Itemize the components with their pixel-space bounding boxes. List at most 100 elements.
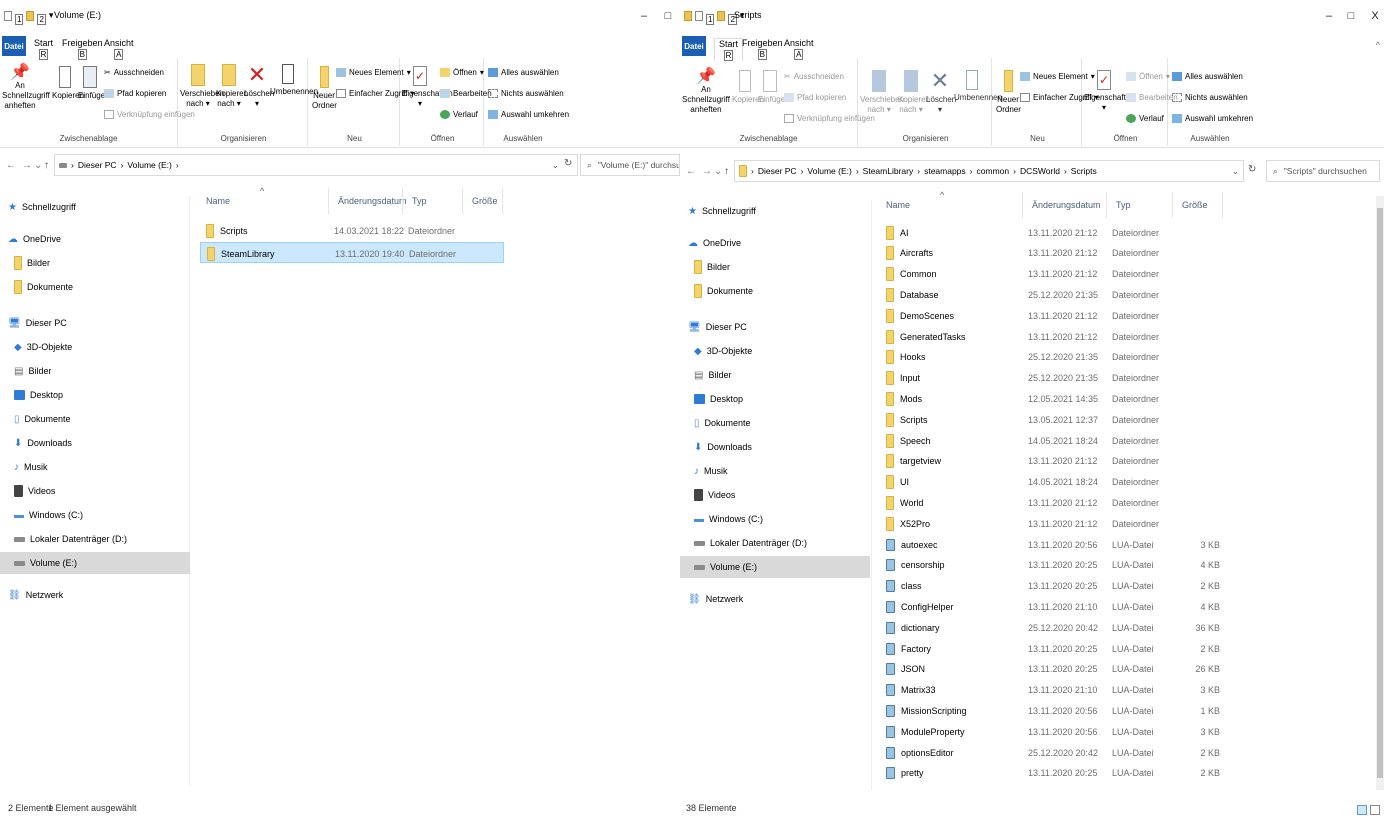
pin-quick-access-button[interactable]: 📌 An Schnellzugriff anheften	[682, 69, 730, 115]
size-column-header[interactable]: Größe	[1182, 200, 1208, 210]
table-row[interactable]: Scripts 13.05.2021 12:37 Dateiordner	[880, 409, 1226, 430]
table-row[interactable]: Input 25.12.2020 21:35 Dateiordner	[880, 368, 1226, 389]
open-button[interactable]: Öffnen ▾	[1126, 72, 1170, 81]
column-divider[interactable]	[328, 188, 329, 214]
table-row[interactable]: Hooks 25.12.2020 21:35 Dateiordner	[880, 347, 1226, 368]
table-row[interactable]: targetview 13.11.2020 21:12 Dateiordner	[880, 451, 1226, 472]
properties-icon[interactable]	[695, 10, 703, 21]
sidebar-item[interactable]: ⬇ Downloads	[680, 436, 870, 458]
sidebar-item[interactable]: Lokaler Datenträger (D:)	[680, 532, 870, 554]
address-bar[interactable]: › Dieser PC › Volume (E:) › ⌄	[54, 154, 578, 176]
table-row[interactable]: ModuleProperty 13.11.2020 20:56 LUA-Datei 3…	[880, 721, 1226, 742]
new-item-button[interactable]: Neues Element ▾	[336, 68, 411, 77]
sidebar-item[interactable]: Dokumente	[0, 276, 190, 298]
maximize-button[interactable]: □	[661, 10, 675, 22]
move-to-button[interactable]: Verschieben nach ▾	[180, 64, 224, 109]
copy-to-button[interactable]: Kopieren nach ▾	[898, 70, 930, 115]
sidebar-item[interactable]: ▬ Windows (C:)	[680, 508, 870, 530]
new-folder-button[interactable]: Neuer Ordner	[312, 66, 337, 111]
table-row[interactable]: Aircrafts 13.11.2020 21:12 Dateiordner	[880, 243, 1226, 264]
sidebar-item[interactable]: ◆ 3D-Objekte	[680, 340, 870, 362]
properties-icon[interactable]	[4, 10, 12, 21]
edit-button[interactable]: Bearbeiten	[440, 89, 492, 98]
column-divider[interactable]	[1106, 192, 1107, 218]
search-input[interactable]: ⌕ "Volume (E:)" durchsuchen	[580, 154, 680, 176]
breadcrumb-item[interactable]: Dieser PC	[78, 160, 117, 170]
back-arrow-icon[interactable]: ←	[6, 160, 16, 171]
table-row[interactable]: SteamLibrary 13.11.2020 19:40 Dateiordner	[200, 242, 504, 263]
sidebar-item[interactable]: Volume (E:)	[0, 552, 190, 574]
table-row[interactable]: UI 14.05.2021 18:24 Dateiordner	[880, 472, 1226, 493]
sidebar-item[interactable]: ▯ Dokumente	[680, 412, 870, 434]
table-row[interactable]: Scripts 14.03.2021 18:22 Dateiordner	[200, 220, 504, 241]
sidebar-item[interactable]: Desktop	[0, 384, 190, 406]
name-column-header[interactable]: Name	[886, 200, 910, 210]
paste-button[interactable]: Einfügen	[758, 70, 790, 105]
table-row[interactable]: class 13.11.2020 20:25 LUA-Datei 2 KB	[880, 576, 1226, 597]
properties-button[interactable]: ✓ Eigenschaften ▾	[402, 66, 453, 109]
table-row[interactable]: censorship 13.11.2020 20:25 LUA-Datei 4 KB	[880, 555, 1226, 576]
size-column-header[interactable]: Größe	[472, 196, 498, 206]
table-row[interactable]: ConfigHelper 13.11.2020 21:10 LUA-Datei 4 K…	[880, 596, 1226, 617]
select-none-button[interactable]: Nichts auswählen	[488, 89, 564, 98]
recent-locations-icon[interactable]: ⌄	[34, 160, 42, 171]
column-divider[interactable]	[1022, 192, 1023, 218]
file-tab[interactable]: Datei	[682, 36, 706, 56]
table-row[interactable]: pretty 13.11.2020 20:25 LUA-Datei 2 KB	[880, 763, 1226, 784]
copy-path-button[interactable]: Pfad kopieren	[104, 89, 166, 98]
sidebar-item[interactable]: Dokumente	[680, 280, 870, 302]
breadcrumb-item[interactable]: Volume (E:)	[127, 160, 171, 170]
table-row[interactable]: Matrix33 13.11.2020 21:10 LUA-Datei 3 KB	[880, 680, 1226, 701]
history-button[interactable]: Verlauf	[1126, 114, 1164, 123]
large-icons-view-icon[interactable]	[1370, 805, 1380, 815]
column-divider[interactable]	[502, 188, 503, 214]
table-row[interactable]: Factory 13.11.2020 20:25 LUA-Datei 2 KB	[880, 638, 1226, 659]
refresh-icon[interactable]: ↻	[564, 158, 572, 169]
breadcrumb-item[interactable]: Volume (E:)	[807, 166, 851, 176]
chevron-down-icon[interactable]: ⌄	[1232, 166, 1239, 177]
copy-button[interactable]: Kopieren	[52, 66, 84, 101]
table-row[interactable]: optionsEditor 25.12.2020 20:42 LUA-Datei 2 …	[880, 742, 1226, 763]
details-view-icon[interactable]	[1357, 805, 1367, 815]
customize-quick-access-icon[interactable]: ▾	[49, 10, 54, 21]
table-row[interactable]: World 13.11.2020 21:12 Dateiordner	[880, 492, 1226, 513]
copy-button[interactable]: Kopieren	[732, 70, 764, 105]
sidebar-item[interactable]: ▤ Bilder	[0, 360, 190, 382]
select-all-button[interactable]: Alles auswählen	[1172, 72, 1243, 81]
breadcrumb-item[interactable]: DCSWorld	[1020, 166, 1060, 176]
up-arrow-icon[interactable]: ↑	[44, 160, 49, 171]
sidebar-item[interactable]: ★ Schnellzugriff	[680, 200, 870, 222]
sidebar-item[interactable]: ♪ Musik	[0, 456, 190, 478]
sidebar-item[interactable]: Volume (E:)	[680, 556, 870, 578]
date-column-header[interactable]: Änderungsdatum	[1032, 200, 1101, 210]
rename-button[interactable]: Umbenennen	[954, 70, 1002, 103]
breadcrumb-item[interactable]: Scripts	[1071, 166, 1097, 176]
sidebar-item[interactable]: 🖥 Dieser PC	[680, 316, 870, 338]
date-column-header[interactable]: Änderungsdatum	[338, 196, 407, 206]
vertical-scrollbar[interactable]	[1376, 196, 1384, 790]
file-tab[interactable]: Datei	[2, 36, 26, 56]
chevron-up-icon[interactable]: ^	[1376, 40, 1380, 50]
sidebar-item[interactable]: Videos	[680, 484, 870, 506]
new-folder-icon[interactable]	[717, 10, 726, 21]
sidebar-item[interactable]: Videos	[0, 480, 190, 502]
sidebar-item[interactable]: ◆ 3D-Objekte	[0, 336, 190, 358]
sidebar-item[interactable]: ▤ Bilder	[680, 364, 870, 386]
sidebar-item[interactable]: Lokaler Datenträger (D:)	[0, 528, 190, 550]
table-row[interactable]: GeneratedTasks 13.11.2020 21:12 Dateiordne…	[880, 326, 1226, 347]
sidebar-item[interactable]: 🖥 Dieser PC	[0, 312, 190, 334]
back-arrow-icon[interactable]: ←	[686, 166, 696, 177]
sidebar-item[interactable]: Desktop	[680, 388, 870, 410]
delete-button[interactable]: ✕ Löschen ▾	[244, 64, 274, 109]
sidebar-item[interactable]: Bilder	[680, 256, 870, 278]
recent-locations-icon[interactable]: ⌄	[714, 166, 722, 177]
up-arrow-icon[interactable]: ↑	[724, 166, 729, 177]
minimize-button[interactable]: –	[1322, 10, 1336, 22]
table-row[interactable]: dictionary 25.12.2020 20:42 LUA-Datei 36 KB	[880, 617, 1226, 638]
scrollbar-thumb[interactable]	[1377, 208, 1383, 778]
pin-quick-access-button[interactable]: 📌 An Schnellzugriff anheften	[2, 65, 50, 111]
move-to-button[interactable]: Verschieben nach ▾	[860, 70, 904, 115]
invert-selection-button[interactable]: Auswahl umkehren	[488, 110, 569, 119]
breadcrumb-item[interactable]: common	[977, 166, 1010, 176]
column-divider[interactable]	[402, 188, 403, 214]
